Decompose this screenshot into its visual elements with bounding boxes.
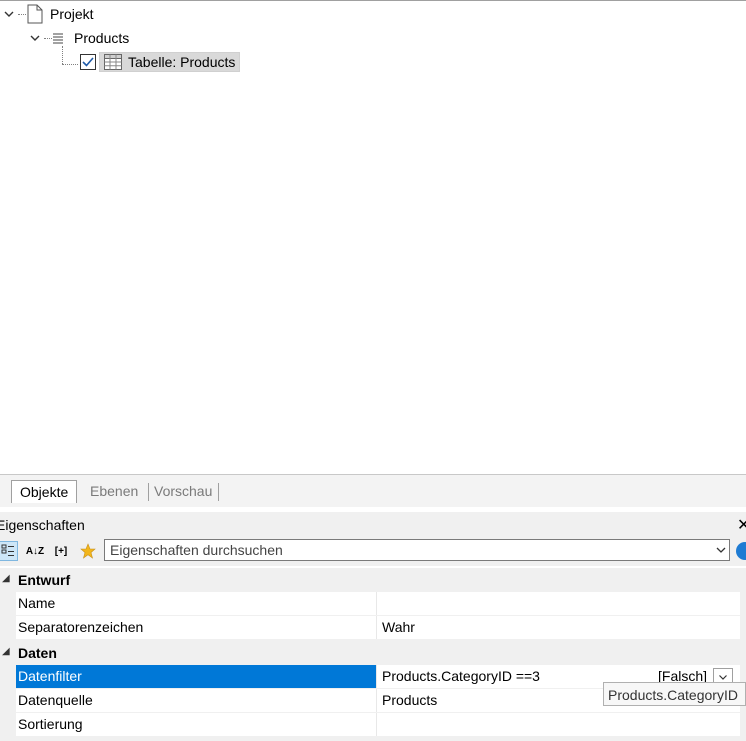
selected-tree-node[interactable]: Tabelle: Products [99, 52, 241, 72]
chevron-down-icon[interactable] [28, 31, 42, 45]
sort-az-icon: A↓Z [25, 545, 45, 557]
tab-divider [218, 483, 219, 501]
tree-node-tabelle-products[interactable]: Tabelle: Products [80, 51, 241, 73]
value-tooltip: Products.CategoryID [603, 682, 746, 706]
property-name: Separatorenzeichen [16, 616, 377, 639]
property-grid: ◢ Entwurf Name Separatorenzeichen Wahr ◢… [0, 568, 746, 741]
tree-label: Products [74, 30, 130, 46]
chevron-down-icon [719, 675, 727, 680]
category-label: Entwurf [18, 572, 71, 588]
table-icon [104, 54, 122, 70]
properties-toolbar: A↓Z [+] [0, 538, 746, 566]
property-name: Datenquelle [16, 689, 377, 712]
category-daten[interactable]: ◢ Daten [0, 641, 746, 665]
tree-connector [62, 64, 78, 65]
property-row-sortierung[interactable]: Sortierung [16, 713, 740, 737]
tree-connector [62, 46, 63, 64]
tree-connector [44, 38, 52, 39]
favorites-button[interactable] [78, 541, 98, 561]
star-icon [80, 543, 96, 559]
list-icon [52, 32, 64, 44]
close-icon[interactable]: ✕ [737, 515, 746, 535]
properties-search-input[interactable] [110, 541, 700, 559]
properties-search-box[interactable] [104, 539, 730, 561]
collapse-triangle-icon[interactable]: ◢ [2, 646, 10, 657]
tab-vorschau[interactable]: Vorschau [146, 480, 220, 502]
expand-icon: [+] [54, 545, 68, 557]
property-name: Name [16, 592, 377, 615]
info-icon[interactable] [736, 542, 746, 560]
tree-node-projekt[interactable]: Projekt [2, 3, 94, 25]
property-value[interactable] [378, 592, 740, 615]
category-label: Daten [18, 645, 57, 661]
category-entwurf[interactable]: ◢ Entwurf [0, 568, 746, 592]
chevron-down-icon[interactable] [2, 7, 16, 21]
property-row-name[interactable]: Name [16, 592, 740, 616]
panel-tabbar: Objekte Ebenen Vorschau [0, 474, 746, 507]
collapse-triangle-icon[interactable]: ◢ [2, 573, 10, 584]
tab-objekte[interactable]: Objekte [11, 480, 78, 503]
top-border [0, 0, 746, 1]
property-name-selected: Datenfilter [16, 665, 377, 688]
categorized-icon [1, 544, 14, 556]
categorized-view-button[interactable] [0, 541, 18, 561]
document-icon [26, 4, 44, 24]
tab-ebenen[interactable]: Ebenen [82, 480, 146, 502]
chevron-down-icon[interactable] [715, 543, 727, 559]
properties-header: Eigenschaften ✕ [0, 512, 746, 538]
tree-label: Tabelle: Products [128, 54, 236, 70]
property-row-separatorenzeichen[interactable]: Separatorenzeichen Wahr [16, 616, 740, 640]
tree-connector [18, 14, 26, 15]
property-value[interactable]: Wahr [378, 616, 740, 639]
property-value[interactable] [378, 713, 740, 736]
properties-title: Eigenschaften [0, 517, 85, 533]
tree-label: Projekt [50, 6, 94, 22]
checkbox-checked-icon[interactable] [80, 54, 96, 70]
sort-alphabetical-button[interactable]: A↓Z [25, 541, 45, 561]
property-name: Sortierung [16, 713, 377, 736]
expand-all-button[interactable]: [+] [51, 541, 71, 561]
